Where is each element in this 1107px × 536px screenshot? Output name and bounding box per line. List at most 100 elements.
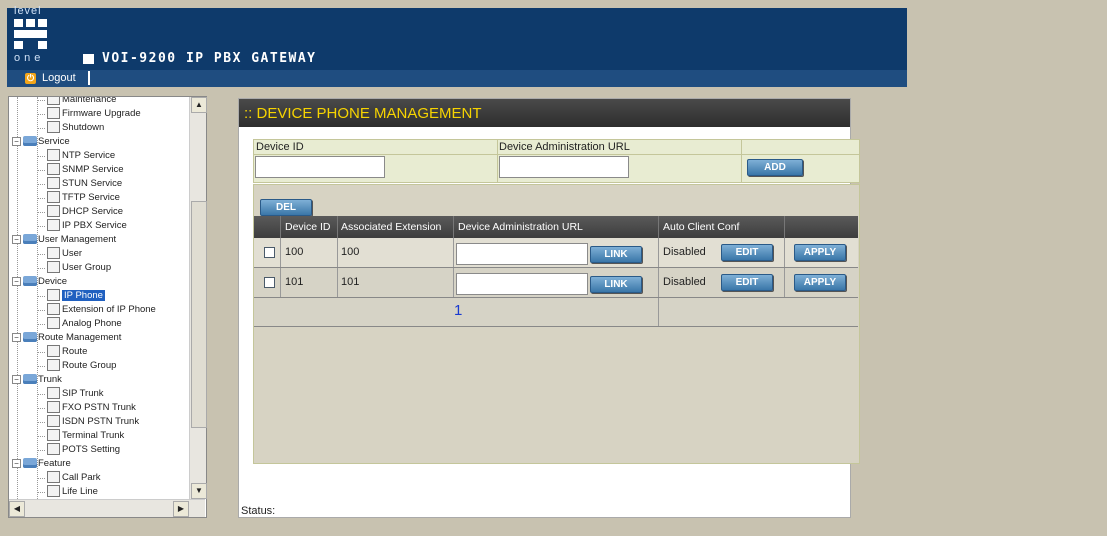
document-icon (47, 401, 60, 414)
tree-item-label: SIP Trunk (62, 388, 104, 399)
collapse-icon[interactable]: − (12, 374, 21, 384)
tree-item-label: SNMP Service (62, 164, 124, 175)
folder-icon (23, 458, 37, 469)
tree-item[interactable]: Route (47, 345, 87, 359)
tree-item-label: DHCP Service (62, 206, 124, 217)
row-extension: 100 (341, 246, 360, 258)
tree-item[interactable]: Analog Phone (47, 317, 122, 331)
tree-item-label: Shutdown (62, 122, 105, 133)
tree-item[interactable]: DHCP Service (47, 205, 123, 219)
edit-button[interactable]: EDIT (721, 244, 773, 261)
row-url-input[interactable] (456, 243, 588, 265)
tree-item-label: User Group (62, 262, 112, 273)
row-url-input[interactable] (456, 273, 588, 295)
tree-item[interactable]: Route Group (47, 359, 116, 373)
tree-item[interactable]: Life Line (47, 485, 98, 499)
tree-item[interactable]: User (47, 247, 82, 261)
tree-item-label: Route (62, 346, 88, 357)
tree-folder[interactable]: − User Management (12, 233, 116, 247)
scroll-left-arrow-icon[interactable]: ◀ (9, 501, 25, 517)
edit-button[interactable]: EDIT (721, 274, 773, 291)
tree-item[interactable]: Extension of IP Phone (47, 303, 156, 317)
document-icon (47, 415, 60, 428)
tree-item-label: FXO PSTN Trunk (62, 402, 136, 413)
link-button[interactable]: LINK (590, 276, 642, 293)
collapse-icon[interactable]: − (12, 136, 21, 146)
tree-item[interactable]: User Group (47, 261, 111, 275)
tree-item[interactable]: Terminal Trunk (47, 429, 124, 443)
add-device-form: Device ID Device Administration URL ADD (253, 139, 860, 183)
tree-item[interactable]: FXO PSTN Trunk (47, 401, 136, 415)
navigation-tree-panel: Maintenance Firmware Upgrade Shutdown − Serv… (8, 96, 207, 518)
tree-item[interactable]: Shutdown (47, 121, 104, 135)
collapse-icon[interactable]: − (12, 458, 21, 468)
tree-item[interactable]: NTP Service (47, 149, 115, 163)
tree-item[interactable]: IP Phone (47, 289, 105, 303)
tree-folder[interactable]: − Service (12, 135, 70, 149)
tree-item[interactable]: Call Park (47, 471, 101, 485)
scroll-right-arrow-icon[interactable]: ▶ (173, 501, 189, 517)
page-number-link[interactable]: 1 (454, 302, 462, 319)
device-id-input[interactable] (255, 156, 385, 178)
collapse-icon[interactable]: − (12, 276, 21, 286)
tree-folder[interactable]: − Route Management (12, 331, 121, 345)
delete-button[interactable]: DEL (260, 199, 312, 216)
folder-icon (23, 374, 37, 385)
scroll-up-arrow-icon[interactable]: ▲ (191, 97, 207, 113)
tree-item[interactable]: IP PBX Service (47, 219, 127, 233)
row-checkbox[interactable] (264, 247, 275, 258)
folder-icon (23, 234, 37, 245)
tree-item[interactable]: STUN Service (47, 177, 122, 191)
tree-item[interactable]: ISDN PSTN Trunk (47, 415, 139, 429)
scroll-thumb[interactable] (191, 201, 207, 428)
tree-item[interactable]: SNMP Service (47, 163, 124, 177)
tree-folder[interactable]: − Trunk (12, 373, 62, 387)
tree-item[interactable]: Maintenance (47, 97, 116, 107)
document-icon (47, 261, 60, 274)
tree-item-label: NTP Service (62, 150, 116, 161)
tree-vertical-scrollbar[interactable]: ▲ ▼ (189, 97, 207, 499)
document-icon (47, 317, 60, 330)
tree-item-label: Life Line (62, 486, 98, 497)
tree-item-label: Route Group (62, 360, 117, 371)
collapse-icon[interactable]: − (12, 332, 21, 342)
document-icon (47, 443, 60, 456)
apply-button[interactable]: APPLY (794, 274, 846, 291)
apply-button[interactable]: APPLY (794, 244, 846, 261)
col-associated-extension: Associated Extension (341, 221, 442, 233)
row-auto-conf: Disabled (663, 276, 706, 288)
col-device-admin-url: Device Administration URL (458, 221, 583, 233)
document-icon (47, 97, 60, 106)
link-button[interactable]: LINK (590, 246, 642, 263)
product-square-icon (83, 54, 94, 64)
url-label: Device Administration URL (499, 141, 630, 153)
tree-item[interactable]: POTS Setting (47, 443, 120, 457)
tree-folder[interactable]: − Device (12, 275, 67, 289)
levelone-logo: level one (14, 6, 56, 68)
tree-item[interactable]: Firmware Upgrade (47, 107, 141, 121)
folder-icon (23, 136, 37, 147)
document-icon (47, 191, 60, 204)
tree-item[interactable]: SIP Trunk (47, 387, 104, 401)
power-icon[interactable]: ⏻ (25, 73, 36, 84)
header-toolbar (7, 70, 907, 87)
collapse-icon[interactable]: − (12, 234, 21, 244)
document-icon (47, 485, 60, 498)
device-url-input[interactable] (499, 156, 629, 178)
logout-link[interactable]: Logout (42, 72, 76, 84)
row-extension: 101 (341, 276, 360, 288)
tree-folder[interactable]: − Feature (12, 457, 71, 471)
tree-item-label: TFTP Service (62, 192, 120, 203)
folder-icon (23, 276, 37, 287)
tree-item-label: ISDN PSTN Trunk (62, 416, 140, 427)
scroll-down-arrow-icon[interactable]: ▼ (191, 483, 207, 499)
device-id-label: Device ID (256, 141, 304, 153)
tree-item[interactable]: TFTP Service (47, 191, 120, 205)
row-checkbox[interactable] (264, 277, 275, 288)
tree-item-label: Service (38, 136, 70, 147)
logo-bottom-text: one (14, 52, 45, 64)
tree-horizontal-scrollbar[interactable]: ◀ ▶ (9, 499, 205, 517)
folder-icon (23, 332, 37, 343)
add-button[interactable]: ADD (747, 159, 803, 176)
tree-item-label: IP PBX Service (62, 220, 127, 231)
